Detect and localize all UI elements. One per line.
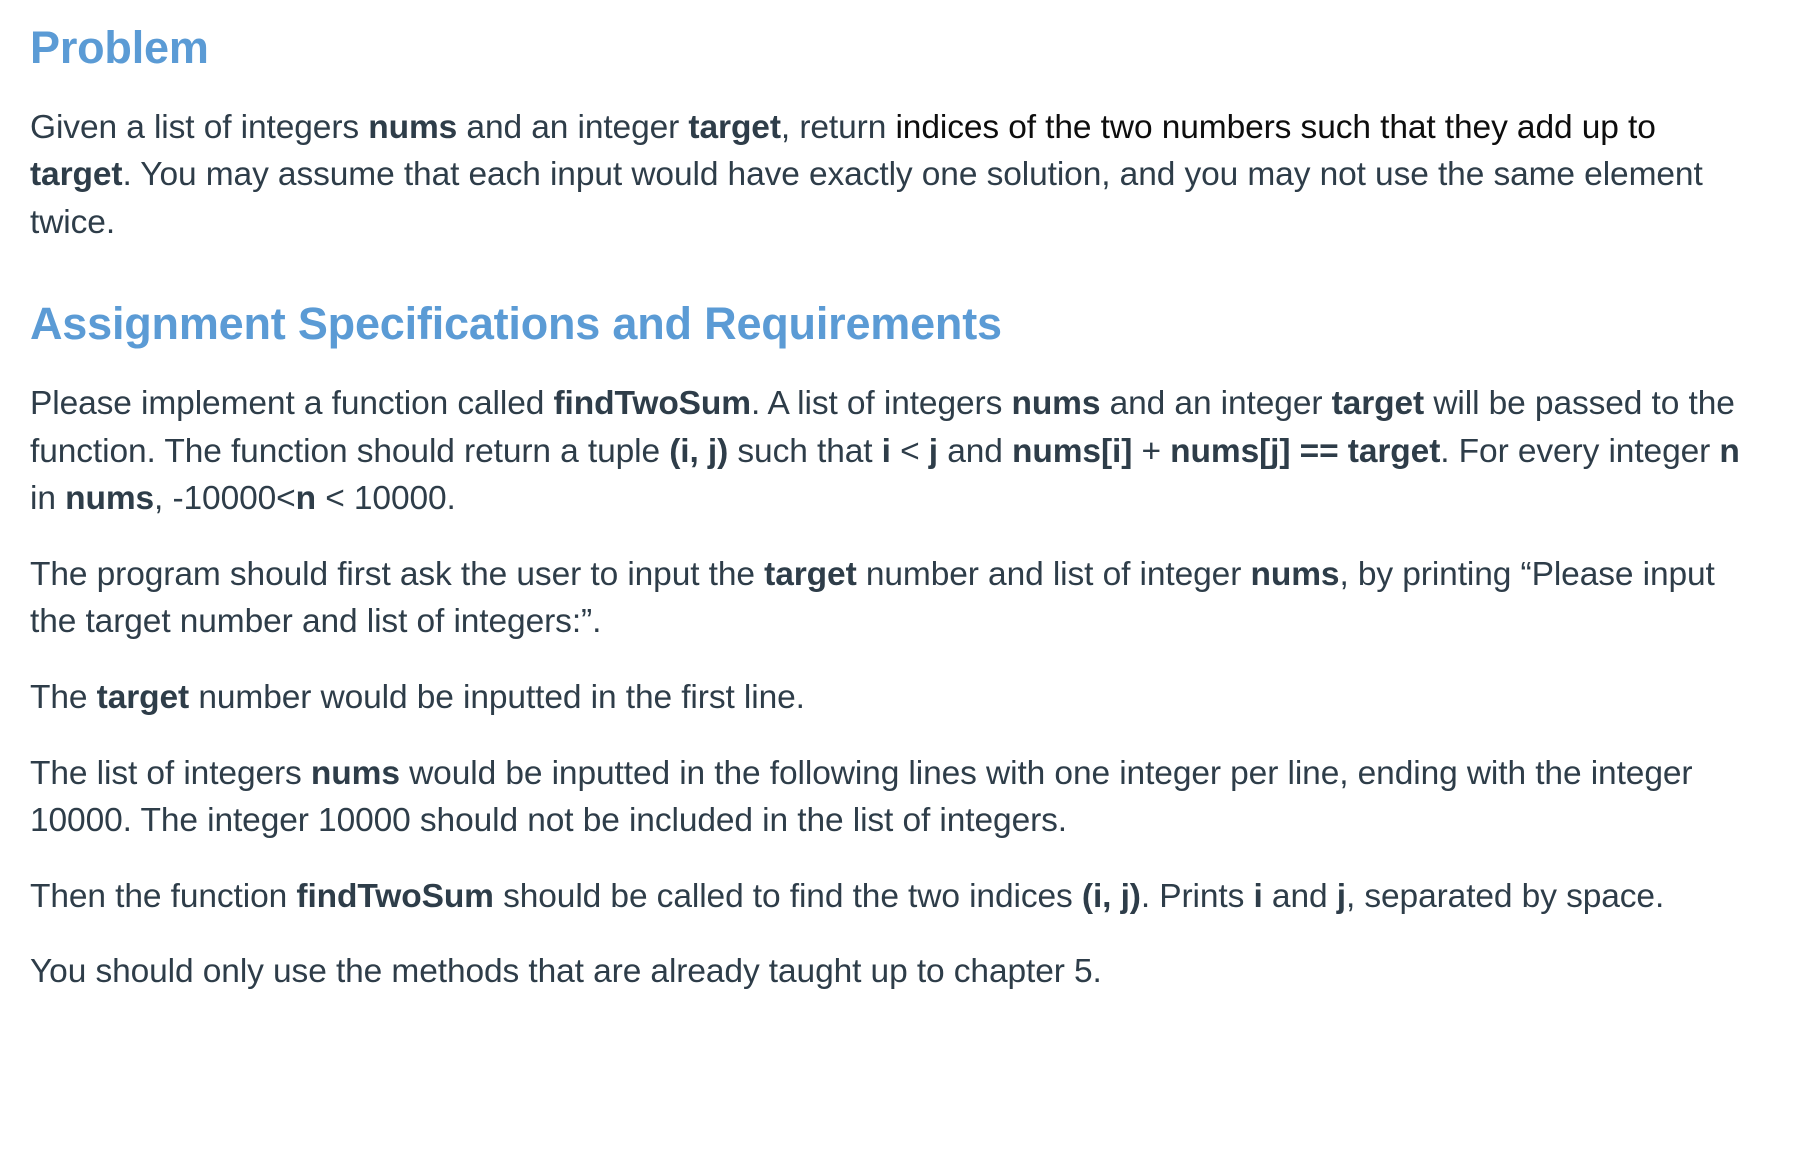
text-run-bold: j [1336,877,1346,915]
text-run-plain: . For every integer [1440,432,1720,470]
text-run-bold: target [1331,385,1425,423]
text-run-plain: Given a list of integers [30,108,369,146]
text-run-bold: findTwoSum [553,385,752,423]
text-run-bold: nums[i] [1012,432,1133,470]
paragraph-nums-input-format: The list of integers nums would be input… [30,750,1760,845]
text-run-plain: The list of integers [30,754,311,792]
text-run-plain: and an integer [1100,385,1332,423]
text-run-bold: n [1719,432,1740,470]
text-run-bold: nums [1250,555,1340,593]
text-run-bold: nums [65,480,155,518]
text-run-bold: (i, j) [669,432,729,470]
text-run-plain: . Prints [1140,877,1254,915]
text-run-plain: < 10000. [316,480,456,518]
text-run-plain: You should only use the methods that are… [30,953,1102,991]
paragraph-function-signature: Please implement a function called findT… [30,380,1760,523]
text-run-bold: target [688,108,781,146]
text-run-plain: The program should first ask the user to… [30,555,765,593]
text-run-bold: i [881,432,891,470]
text-run-plain: and an integer [457,108,689,146]
text-run-bold: i [1253,877,1263,915]
page-title-problem: Problem [30,22,209,73]
text-run-bold: findTwoSum [296,877,494,915]
text-run-bold: j [928,432,938,470]
text-run-bold: nums[j] == target [1170,432,1441,470]
document-page: Problem Given a list of integers nums an… [0,0,1820,1160]
text-run-bold: target [96,679,190,716]
text-run-bold: nums [368,108,458,146]
text-run-plain: , separated by space. [1345,877,1665,915]
text-run-plain: and [1262,877,1337,915]
text-run-plain: Then the function [30,877,297,915]
paragraph-output-format: Then the function findTwoSum should be c… [30,873,1760,921]
text-run-plain: , return [780,108,896,146]
section-heading-assignment-specifications: Assignment Specifications and Requiremen… [30,298,1002,350]
text-run-bold: n [295,480,317,518]
paragraph-input-prompt: The program should first ask the user to… [30,551,1760,646]
text-run-bold: target [30,156,123,194]
text-run-plain: , -10000< [154,480,296,518]
text-run-plain: and [938,432,1013,470]
text-run-bold: nums [1011,385,1101,423]
text-run-plain: < [890,432,929,470]
text-run-plain: in [30,480,66,518]
text-run-plain: number and list of integer [856,555,1251,593]
text-run-plain: should be called to find the two indices [493,877,1082,915]
text-run-plain: number would be inputted in the first li… [189,679,805,716]
text-run-plain: The [30,679,97,716]
text-run-bold: target [764,555,857,593]
text-run-plain: . A list of integers [750,385,1012,423]
text-run-black: indices of the two numbers such that the… [895,108,1656,146]
text-run-plain: Please implement a function called [30,385,554,423]
text-run-plain: + [1132,432,1171,470]
text-run-plain: . You may assume that each input would h… [30,156,1703,241]
paragraph-target-first-line: The target number would be inputted in t… [30,674,1760,722]
paragraph-allowed-methods: You should only use the methods that are… [30,948,1760,996]
text-run-bold: (i, j) [1081,877,1141,915]
text-run-bold: nums [310,754,400,792]
paragraph-problem-statement: Given a list of integers nums and an int… [30,104,1760,247]
text-run-plain: such that [728,432,882,470]
